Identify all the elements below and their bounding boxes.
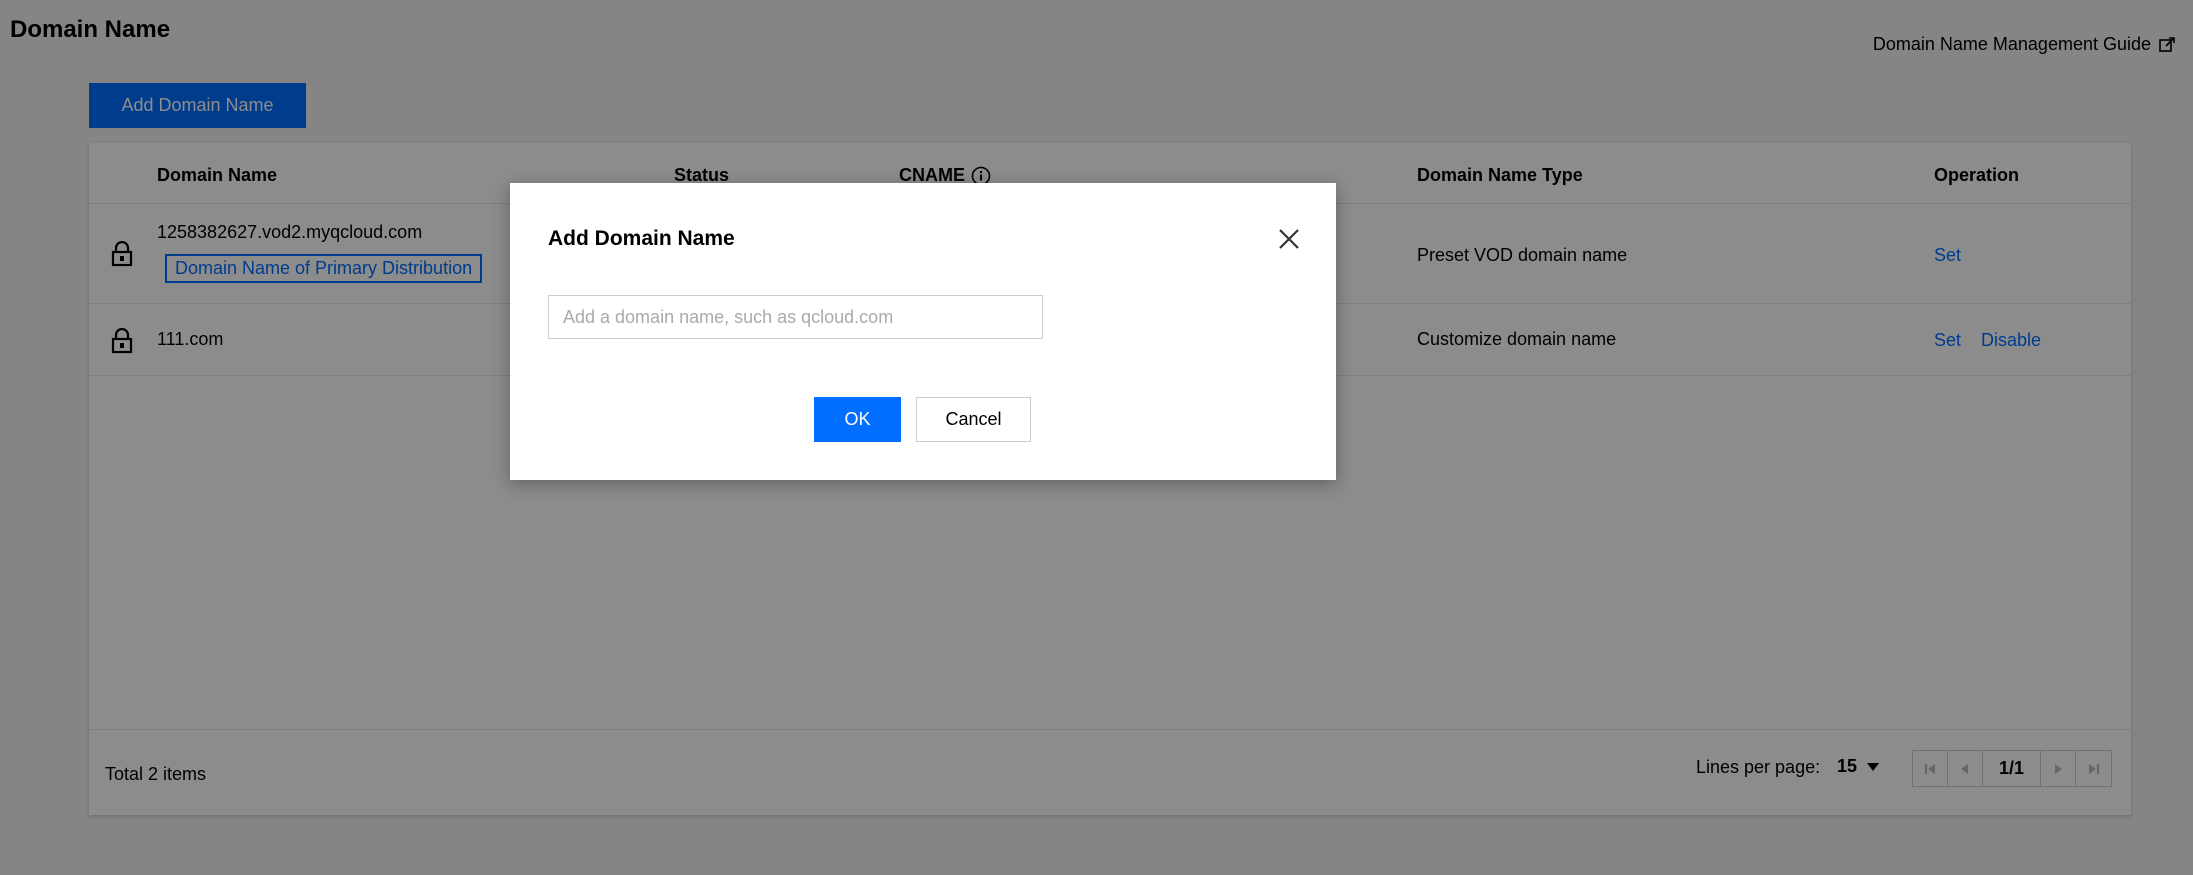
cancel-button[interactable]: Cancel <box>916 397 1031 442</box>
close-icon[interactable] <box>1278 228 1300 250</box>
dialog-title: Add Domain Name <box>548 227 735 250</box>
domain-name-input[interactable] <box>548 295 1043 339</box>
add-domain-name-dialog: Add Domain Name OK Cancel <box>510 183 1336 480</box>
ok-button[interactable]: OK <box>814 397 901 442</box>
